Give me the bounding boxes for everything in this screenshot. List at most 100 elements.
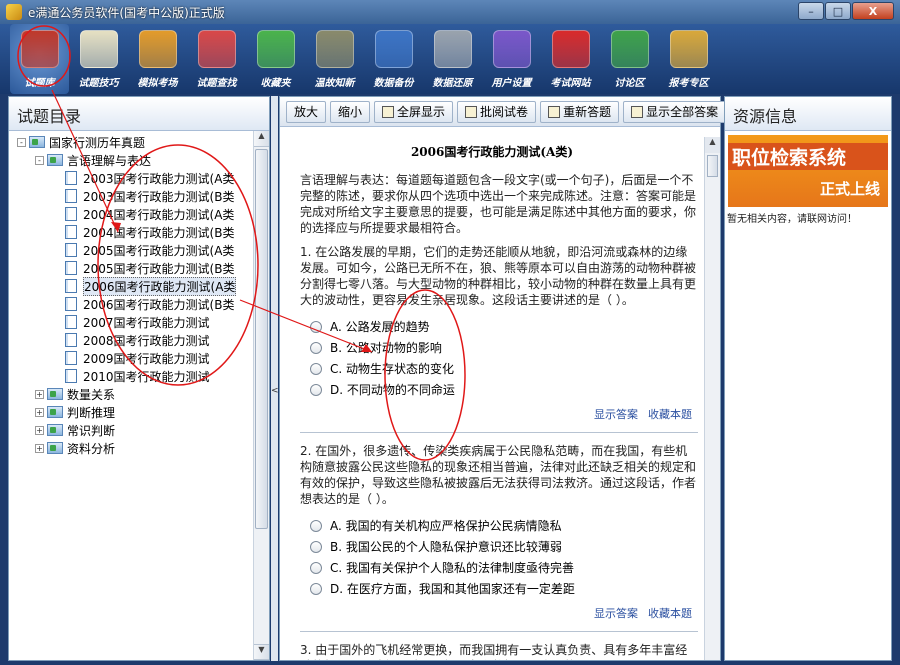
radio-button[interactable] bbox=[310, 320, 322, 333]
toolbar-search-button[interactable]: 试题查找 bbox=[187, 24, 246, 94]
expand-toggle-icon[interactable]: + bbox=[35, 443, 44, 453]
toolbar-backup-button[interactable]: 数据备份 bbox=[364, 24, 423, 94]
document-icon bbox=[65, 297, 77, 311]
tree-item-test[interactable]: 2006国考行政能力测试(B类 bbox=[9, 295, 255, 313]
show-all-button[interactable]: 显示全部答案 bbox=[623, 100, 727, 123]
toolbar-restore-button[interactable]: 数据还原 bbox=[423, 24, 482, 94]
toolbar-label: 用户设置 bbox=[491, 78, 532, 89]
grade-button[interactable]: 批阅试卷 bbox=[457, 100, 537, 123]
toolbar-tips-button[interactable]: 试题技巧 bbox=[69, 24, 128, 94]
answer-option[interactable]: A. 公路发展的趋势 bbox=[286, 316, 698, 337]
tree-item-folder[interactable]: + 判断推理 bbox=[9, 403, 255, 421]
tree-item-test[interactable]: 2007国考行政能力测试 bbox=[9, 313, 255, 331]
magnifier-icon bbox=[197, 30, 236, 68]
tree-item-test[interactable]: 2008国考行政能力测试 bbox=[9, 331, 255, 349]
fullscreen-icon bbox=[382, 105, 395, 118]
tree-item-test[interactable]: 2006国考行政能力测试(A类 bbox=[9, 276, 255, 296]
folder-icon bbox=[47, 388, 63, 400]
tree-item-label: 2004国考行政能力测试(A类 bbox=[83, 207, 235, 222]
folder-icon bbox=[29, 136, 45, 148]
toolbar-label: 试题库 bbox=[24, 78, 55, 89]
banner-title: 职位检索系统 bbox=[728, 143, 888, 170]
question-scrollbar[interactable]: ▲ bbox=[704, 137, 720, 660]
tree-item-test[interactable]: 2010国考行政能力测试 bbox=[9, 367, 255, 385]
tree-item-folder[interactable]: + 数量关系 bbox=[9, 385, 255, 403]
tree-item-test[interactable]: 2004国考行政能力测试(B类 bbox=[9, 223, 255, 241]
toolbar-exam-web-button[interactable]: 考试网站 bbox=[541, 24, 600, 94]
answer-option[interactable]: D. 在医疗方面，我国和其他国家还有一定差距 bbox=[286, 578, 698, 599]
maximize-button[interactable]: □ bbox=[825, 2, 851, 20]
document-icon bbox=[65, 279, 77, 293]
fullscreen-button[interactable]: 全屏显示 bbox=[374, 100, 454, 123]
expand-toggle-icon[interactable]: + bbox=[35, 425, 44, 435]
scroll-up-icon[interactable]: ▲ bbox=[254, 131, 269, 147]
answer-option[interactable]: C. 我国有关保护个人隐私的法律制度亟待完善 bbox=[286, 557, 698, 578]
close-button[interactable]: X bbox=[852, 2, 894, 20]
scroll-thumb[interactable] bbox=[255, 149, 268, 529]
banner-subtitle: 正式上线 bbox=[819, 180, 880, 198]
document-icon bbox=[65, 351, 77, 365]
answer-option[interactable]: B. 我国公民的个人隐私保护意识还比较薄弱 bbox=[286, 536, 698, 557]
show-answer-link[interactable]: 显示答案 bbox=[594, 607, 638, 620]
radio-button[interactable] bbox=[310, 341, 322, 354]
answer-option[interactable]: A. 我国的有关机构应严格保护公民病情隐私 bbox=[286, 515, 698, 536]
tree-item-test[interactable]: 2003国考行政能力测试(B类 bbox=[9, 187, 255, 205]
question-divider bbox=[300, 432, 698, 433]
radio-button[interactable] bbox=[310, 540, 322, 553]
job-search-banner[interactable]: 职位检索系统 正式上线 bbox=[728, 135, 888, 207]
tree-item-folder[interactable]: + 资料分析 bbox=[9, 439, 255, 457]
toolbar-label: 报考专区 bbox=[668, 78, 709, 89]
window-controls: – □ X bbox=[797, 2, 894, 20]
zoom-out-button[interactable]: 缩小 bbox=[330, 100, 371, 123]
show-answer-link[interactable]: 显示答案 bbox=[594, 408, 638, 421]
pen-icon bbox=[669, 30, 708, 68]
radio-button[interactable] bbox=[310, 561, 322, 574]
tree-item-folder[interactable]: - 言语理解与表达 bbox=[9, 151, 255, 169]
toolbar-label: 温故知新 bbox=[314, 78, 355, 89]
restart-button[interactable]: 重新答题 bbox=[540, 100, 620, 123]
tree-item-test[interactable]: 2005国考行政能力测试(A类 bbox=[9, 241, 255, 259]
scroll-thumb[interactable] bbox=[707, 155, 718, 177]
toolbar-forum-button[interactable]: 讨论区 bbox=[600, 24, 659, 94]
toolbar-question-bank-button[interactable]: 试题库 bbox=[10, 24, 69, 94]
collapse-toggle-icon[interactable]: - bbox=[17, 137, 26, 147]
question-item: 2. 在国外，很多遗传、传染类疾病属于公民隐私范畴，而在我国，有些机构随意披露公… bbox=[286, 443, 698, 632]
tree-item-test[interactable]: 2003国考行政能力测试(A类 bbox=[9, 169, 255, 187]
scroll-down-icon[interactable]: ▼ bbox=[254, 644, 269, 660]
minimize-button[interactable]: – bbox=[798, 2, 824, 20]
add-favorite-link[interactable]: 收藏本题 bbox=[648, 408, 692, 421]
radio-button[interactable] bbox=[310, 582, 322, 595]
toolbar-mock-exam-button[interactable]: 模拟考场 bbox=[128, 24, 187, 94]
tree-item-folder[interactable]: - 国家行测历年真题 bbox=[9, 133, 255, 151]
document-icon bbox=[65, 333, 77, 347]
collapse-icon[interactable]: << bbox=[271, 386, 286, 396]
add-favorite-link[interactable]: 收藏本题 bbox=[648, 607, 692, 620]
radio-button[interactable] bbox=[310, 519, 322, 532]
tree-item-label: 资料分析 bbox=[67, 441, 116, 456]
toolbar-review-button[interactable]: 温故知新 bbox=[305, 24, 364, 94]
answer-option[interactable]: D. 不同动物的不同命运 bbox=[286, 379, 698, 400]
expand-toggle-icon[interactable]: + bbox=[35, 389, 44, 399]
toolbar-favorites-button[interactable]: 收藏夹 bbox=[246, 24, 305, 94]
tree-item-test[interactable]: 2004国考行政能力测试(A类 bbox=[9, 205, 255, 223]
toolbar-signup-button[interactable]: 报考专区 bbox=[659, 24, 718, 94]
catalog-scrollbar[interactable]: ▲ ▼ bbox=[253, 131, 269, 660]
main-toolbar: 试题库 试题技巧 模拟考场 试题查找 收藏夹 温故知新 数据备份 数据还原 用户设置 考试网站 讨论… bbox=[0, 24, 900, 94]
people-icon bbox=[610, 30, 649, 68]
collapse-toggle-icon[interactable]: - bbox=[35, 155, 44, 165]
answer-option-label: D. 在医疗方面，我国和其他国家还有一定差距 bbox=[330, 582, 575, 596]
expand-toggle-icon[interactable]: + bbox=[35, 407, 44, 417]
toolbar-user-settings-button[interactable]: 用户设置 bbox=[482, 24, 541, 94]
panel-splitter[interactable]: << bbox=[271, 96, 286, 661]
zoom-in-button[interactable]: 放大 bbox=[286, 100, 327, 123]
tree-item-test[interactable]: 2009国考行政能力测试 bbox=[9, 349, 255, 367]
tree-item-folder[interactable]: + 常识判断 bbox=[9, 421, 255, 439]
answer-option[interactable]: C. 动物生存状态的变化 bbox=[286, 358, 698, 379]
scroll-up-icon[interactable]: ▲ bbox=[705, 137, 720, 153]
radio-button[interactable] bbox=[310, 362, 322, 375]
tree-item-test[interactable]: 2005国考行政能力测试(B类 bbox=[9, 259, 255, 277]
radio-button[interactable] bbox=[310, 383, 322, 396]
answer-option[interactable]: B. 公路对动物的影响 bbox=[286, 337, 698, 358]
